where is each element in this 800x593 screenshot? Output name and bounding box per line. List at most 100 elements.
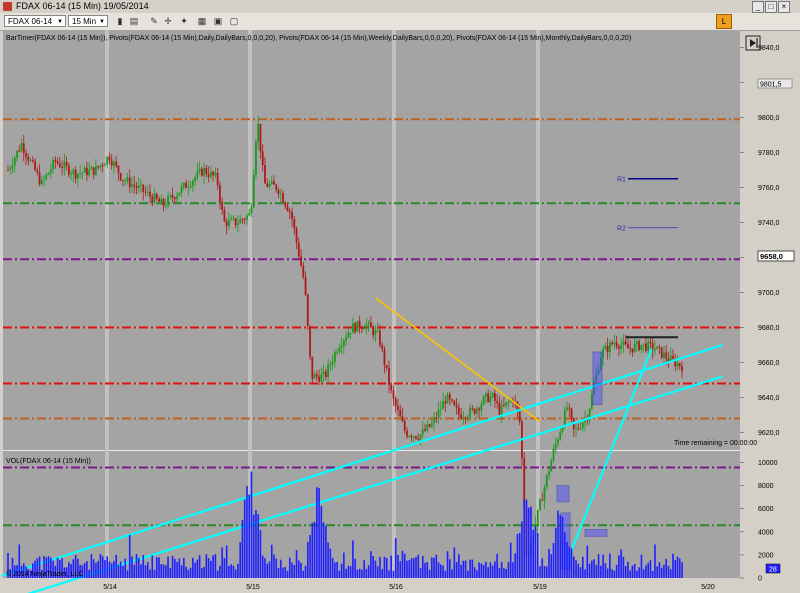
instrument-value: FDAX 06-14 xyxy=(8,17,53,26)
candle-body xyxy=(455,405,458,408)
volume-bar xyxy=(613,570,616,578)
candle-body xyxy=(361,328,363,330)
candle-body xyxy=(273,181,275,185)
candle-body xyxy=(374,330,377,336)
candle-body xyxy=(144,191,147,193)
candle-body xyxy=(424,429,426,431)
volume-bar xyxy=(126,570,129,578)
candle-body xyxy=(466,416,469,419)
candle-body xyxy=(178,192,181,196)
volume-bar xyxy=(246,485,248,578)
volume-bar xyxy=(221,547,223,578)
candle-body xyxy=(162,198,165,206)
instrument-select[interactable]: FDAX 06-14 ▼ xyxy=(4,15,66,27)
volume-bar xyxy=(261,555,264,578)
volume-bar xyxy=(604,563,607,578)
candle-body xyxy=(106,156,109,165)
volume-bar xyxy=(241,519,244,578)
draw-tool-icon[interactable]: ✎ xyxy=(148,15,160,27)
volume-bar xyxy=(597,554,600,578)
candle-body xyxy=(518,410,521,422)
indicators-icon[interactable]: ✦ xyxy=(178,15,190,27)
volume-bar xyxy=(162,564,165,578)
candle-body xyxy=(426,424,429,431)
candle-body xyxy=(453,400,456,406)
volume-bar xyxy=(554,527,557,578)
chart-style-icon[interactable]: ▤ xyxy=(128,15,140,27)
volume-bar xyxy=(464,560,467,578)
crosshair-icon[interactable]: ✛ xyxy=(162,15,174,27)
candle-body xyxy=(654,349,656,351)
chart-toolbar: FDAX 06-14 ▼ 15 Min ▼ ▮ ▤ ✎ ✛ ✦ ▦ ▣ ▢ L xyxy=(0,13,800,31)
candle-body xyxy=(268,184,271,187)
session-separator xyxy=(392,30,396,578)
candle-body xyxy=(228,219,230,227)
candle-body xyxy=(638,341,641,351)
time-tick-label: 5/14 xyxy=(103,584,117,591)
candle-body xyxy=(645,343,647,351)
price-tick-label: 9800,0 xyxy=(758,115,780,122)
order-mode-badge[interactable]: L xyxy=(716,14,732,29)
chart-area[interactable]: R1R2 9620,09640,09660,09680,09700,09720,… xyxy=(0,30,800,593)
candle-body xyxy=(381,345,384,350)
candle-body xyxy=(7,170,9,171)
volume-bar xyxy=(266,563,269,578)
candle-body xyxy=(636,341,638,344)
candle-body xyxy=(318,376,320,382)
volume-bar xyxy=(602,554,604,578)
candle-body xyxy=(608,342,611,353)
candle-body xyxy=(167,196,169,206)
candle-body xyxy=(428,424,431,427)
interval-select[interactable]: 15 Min ▼ xyxy=(68,15,108,27)
volume-bar xyxy=(316,487,318,578)
candle-body xyxy=(647,341,650,351)
volume-bar xyxy=(194,562,196,578)
candle-body xyxy=(131,184,133,188)
volume-bar xyxy=(658,562,661,578)
session-separator xyxy=(105,30,109,578)
volume-highlight-box xyxy=(584,529,608,537)
candle-body xyxy=(309,326,311,357)
volume-bar xyxy=(494,561,496,578)
candle-body xyxy=(252,175,255,208)
candle-body xyxy=(140,184,142,186)
candle-body xyxy=(566,407,568,410)
candle-body xyxy=(372,327,375,336)
candle-body xyxy=(108,156,111,161)
candle-body xyxy=(212,171,215,176)
volume-bar xyxy=(442,565,444,578)
candle-body xyxy=(342,340,345,346)
candle-body xyxy=(302,265,305,278)
candle-body xyxy=(435,417,438,419)
volume-bar xyxy=(133,564,136,578)
bar-type-icon[interactable]: ▮ xyxy=(114,15,126,27)
volume-bar xyxy=(455,562,458,578)
candle-body xyxy=(293,219,296,229)
volume-bar xyxy=(95,562,97,578)
lock-icon[interactable]: ▢ xyxy=(228,15,240,27)
candle-body xyxy=(270,181,273,185)
title-bar: FDAX 06-14 (15 Min) 19/05/2014 _ □ × xyxy=(0,0,800,13)
candle-body xyxy=(81,172,84,174)
candle-body xyxy=(306,294,309,327)
properties-icon[interactable]: ▦ xyxy=(196,15,208,27)
volume-bar xyxy=(131,556,133,578)
minimize-button[interactable]: _ xyxy=(752,1,764,13)
data-box-icon[interactable]: ▣ xyxy=(212,15,224,27)
volume-bar xyxy=(354,558,356,578)
candle-body xyxy=(119,173,122,180)
candle-body xyxy=(45,174,48,179)
candle-body xyxy=(620,345,623,349)
candle-body xyxy=(388,367,390,385)
candle-body xyxy=(403,421,406,431)
candle-body xyxy=(63,161,66,168)
volume-bar xyxy=(624,566,627,578)
maximize-button[interactable]: □ xyxy=(765,1,777,13)
time-tick-label: 5/15 xyxy=(246,584,260,591)
volume-bar xyxy=(665,558,668,578)
volume-bar xyxy=(561,516,564,578)
candle-body xyxy=(295,228,298,243)
close-button[interactable]: × xyxy=(778,1,790,13)
candle-body xyxy=(451,399,453,401)
volume-bar xyxy=(210,560,212,578)
